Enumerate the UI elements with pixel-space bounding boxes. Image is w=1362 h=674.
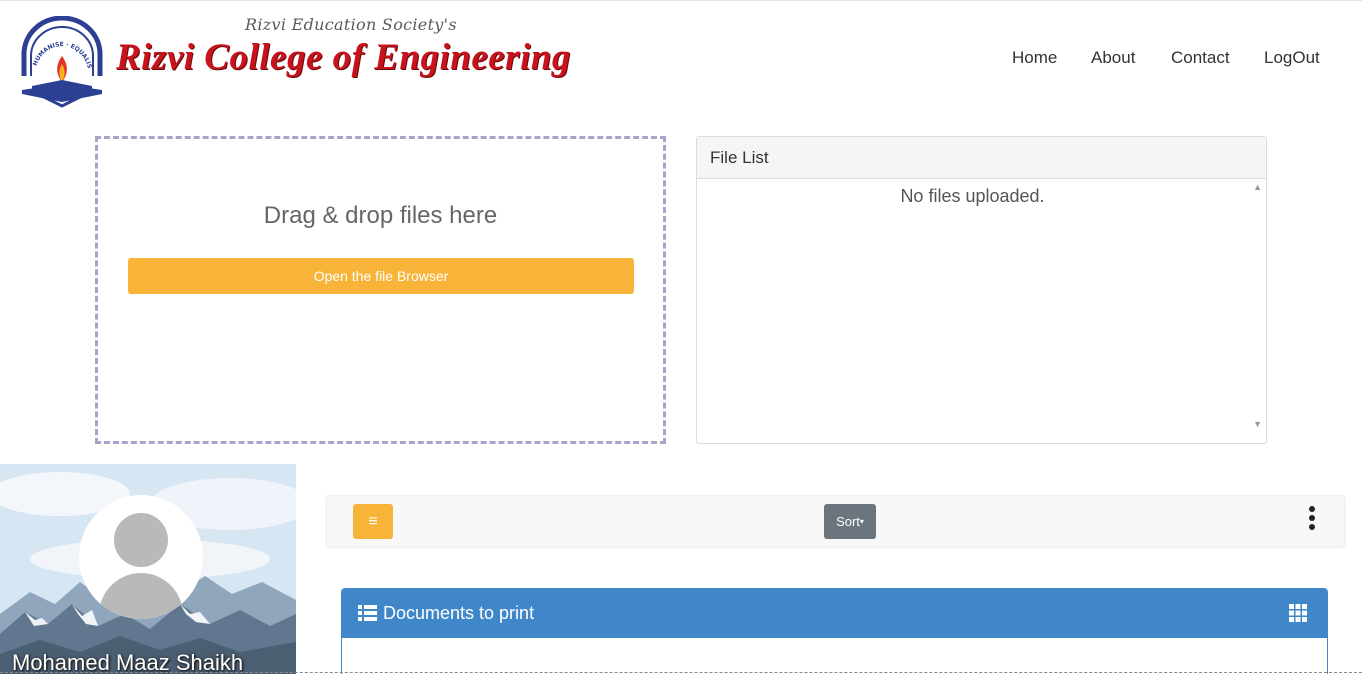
user-name: Mohamed Maaz Shaikh (12, 650, 244, 674)
grid-view-icon[interactable] (1289, 604, 1307, 622)
file-list-title: File List (697, 137, 1266, 179)
nav-home-link[interactable]: Home (1012, 48, 1057, 68)
scroll-down-arrow-icon[interactable]: ▼ (1253, 419, 1262, 429)
documents-title: Documents to print (383, 603, 535, 623)
menu-button[interactable]: ≡ (353, 504, 393, 539)
nav-contact-link[interactable]: Contact (1171, 48, 1230, 68)
more-options-button[interactable] (1305, 506, 1319, 536)
caret-down-icon: ▾ (859, 517, 864, 526)
file-dropzone[interactable]: Drag & drop files here Open the file Bro… (95, 136, 666, 444)
avatar[interactable] (79, 495, 203, 619)
top-border (0, 0, 1362, 1)
documents-panel: Documents to print (341, 588, 1328, 674)
avatar-body-shape (99, 573, 183, 619)
file-list-panel: File List No files uploaded. ▲ ▼ (696, 136, 1267, 444)
documents-panel-header: Documents to print (342, 589, 1327, 638)
open-file-browser-button[interactable]: Open the file Browser (128, 258, 634, 294)
scroll-up-arrow-icon[interactable]: ▲ (1253, 182, 1262, 192)
college-name: Rizvi College of Engineering (116, 37, 571, 78)
profile-card: Mohamed Maaz Shaikh (0, 464, 296, 674)
file-list-empty-message: No files uploaded. (900, 186, 1045, 206)
documents-toolbar: ≡ Sort▾ (326, 495, 1345, 547)
hamburger-icon: ≡ (368, 513, 378, 530)
dropzone-title: Drag & drop files here (263, 202, 498, 229)
college-logo-emblem: HUMANISE · EQUALISE · SPIRITUALISE (18, 16, 103, 108)
bottom-divider (0, 672, 1362, 673)
nav-about-link[interactable]: About (1091, 48, 1135, 68)
sort-dropdown-button[interactable]: Sort▾ (824, 504, 876, 539)
nav-logout-link[interactable]: LogOut (1264, 48, 1320, 68)
list-icon (358, 605, 377, 621)
avatar-head-shape (114, 513, 168, 567)
sort-label: Sort (836, 514, 860, 529)
society-name: Rizvi Education Society's (245, 15, 457, 34)
